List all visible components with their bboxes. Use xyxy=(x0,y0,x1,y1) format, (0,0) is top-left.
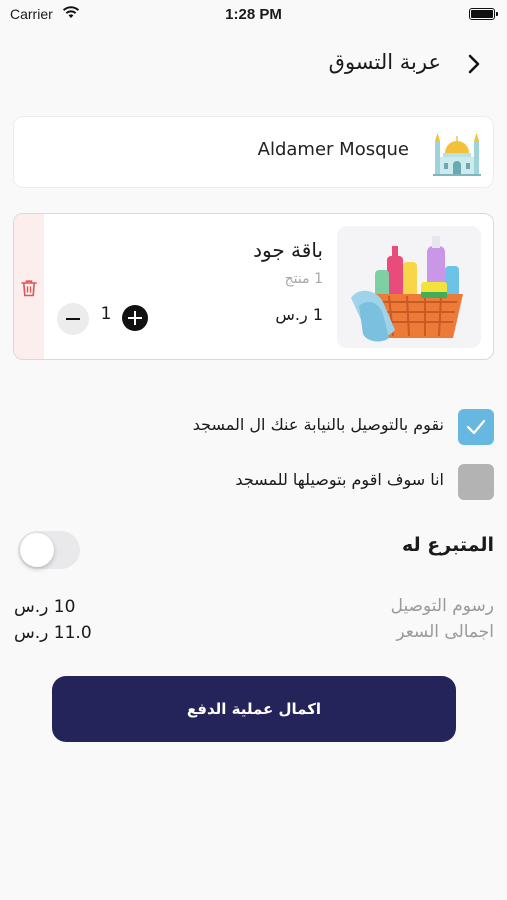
checkout-button[interactable]: اكمال عملية الدفع xyxy=(52,676,456,742)
delivery-fee-value: 10 ر.س xyxy=(14,597,76,617)
donor-toggle[interactable] xyxy=(18,531,80,569)
delivery-option-label: نقوم بالتوصيل بالنيابة عنك ال المسجد xyxy=(192,415,444,434)
product-name: باقة جود xyxy=(253,238,323,262)
mosque-card[interactable]: Aldamer Mosque xyxy=(13,116,494,188)
battery-icon xyxy=(469,8,498,20)
product-price: 1 ر.س xyxy=(275,305,323,324)
delete-button[interactable] xyxy=(14,214,44,359)
product-count: 1 منتج xyxy=(284,271,323,287)
delivery-fee-label: رسوم التوصيل xyxy=(390,596,494,616)
checkbox-checked[interactable] xyxy=(458,409,494,445)
check-icon xyxy=(466,419,486,435)
delivery-option-we-deliver[interactable]: نقوم بالتوصيل بالنيابة عنك ال المسجد xyxy=(54,409,494,445)
decrease-quantity-button[interactable] xyxy=(57,303,89,335)
checkbox-unchecked[interactable] xyxy=(458,464,494,500)
total-price-label: اجمالى السعر xyxy=(396,622,494,642)
page-title: عربة التسوق xyxy=(328,50,441,74)
chevron-right-icon[interactable] xyxy=(463,52,485,76)
delivery-option-self-deliver[interactable]: انا سوف اقوم بتوصيلها للمسجد xyxy=(54,464,494,500)
cart-item: باقة جود 1 منتج 1 ر.س 1 xyxy=(13,213,494,360)
mosque-name: Aldamer Mosque xyxy=(257,139,409,160)
increase-quantity-button[interactable] xyxy=(122,305,148,331)
trash-icon xyxy=(21,280,37,297)
product-image xyxy=(337,226,481,348)
status-time: 1:28 PM xyxy=(225,6,282,23)
mosque-icon xyxy=(433,133,481,176)
donor-label: المتبرع له xyxy=(402,534,494,556)
total-price-value: 11.0 ر.س xyxy=(14,623,92,643)
header: عربة التسوق xyxy=(0,44,507,84)
quantity-value: 1 xyxy=(100,304,112,324)
status-bar: Carrier 1:28 PM xyxy=(0,0,507,30)
toggle-knob xyxy=(20,533,54,567)
delivery-option-label: انا سوف اقوم بتوصيلها للمسجد xyxy=(235,470,444,489)
